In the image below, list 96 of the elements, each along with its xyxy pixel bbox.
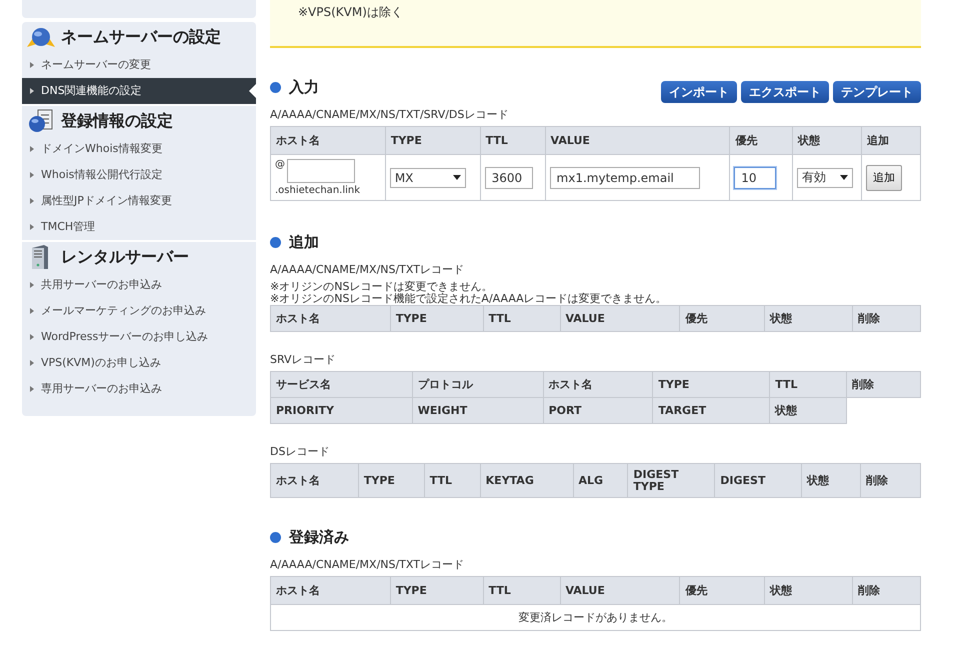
column-header: ホスト名 [543, 372, 653, 398]
column-header: 状態 [802, 464, 861, 498]
column-header: TTL [480, 126, 546, 154]
column-header: TYPE [390, 576, 484, 604]
column-header: TYPE [385, 126, 480, 154]
type-select[interactable]: MX [390, 168, 466, 188]
section-title: 入力 [289, 78, 319, 97]
triangle-icon [30, 334, 34, 340]
triangle-icon [30, 224, 34, 230]
column-header: TARGET [652, 398, 770, 424]
section-heading: 登録情報の設定 [61, 110, 173, 132]
caret-icon [452, 175, 461, 180]
column-header: WEIGHT [412, 398, 544, 424]
status-select[interactable]: 有効 [797, 168, 854, 188]
sidebar-link[interactable]: ネームサーバーの変更 [22, 52, 256, 78]
column-header: 優先 [680, 306, 765, 332]
record-label: SRVレコード [270, 352, 337, 367]
action-button[interactable]: インポート [661, 81, 737, 103]
column-header: 削除 [852, 576, 920, 604]
sidebar-link[interactable]: 属性型JPドメイン情報変更 [22, 188, 256, 214]
column-header: ホスト名 [270, 464, 358, 498]
section-title: 登録済み [289, 528, 349, 547]
triangle-icon [30, 88, 34, 94]
column-header: 優先 [730, 126, 793, 154]
column-header: 優先 [680, 576, 765, 604]
notice-text: ※VPS(KVM)は除く [298, 5, 403, 19]
note-text: ※オリジンのNSレコードは変更できません。 [270, 281, 494, 293]
triangle-icon [30, 62, 34, 68]
at-sign: @ [275, 159, 285, 170]
column-header: プロトコル [412, 372, 544, 398]
bullet-icon [270, 82, 281, 93]
caret-icon [840, 175, 848, 180]
triangle-icon [30, 386, 34, 392]
column-header: ホスト名 [270, 306, 390, 332]
column-header: VALUE [545, 126, 730, 154]
sidebar-link[interactable]: VPS(KVM)のお申し込み [22, 350, 256, 376]
bullet-icon [270, 532, 281, 543]
triangle-icon [30, 282, 34, 288]
globe-icon [26, 25, 56, 49]
triangle-icon [30, 172, 34, 178]
add-button[interactable]: 追加 [866, 164, 902, 190]
triangle-icon [30, 198, 34, 204]
record-label: A/AAAA/CNAME/MX/NS/TXTレコード [270, 557, 465, 572]
section-heading: ネームサーバーの設定 [61, 26, 221, 48]
sidebar-link[interactable]: Whois情報公開代行設定 [22, 162, 256, 188]
record-label: A/AAAA/CNAME/MX/NS/TXTレコード [270, 262, 465, 277]
column-header: DIGEST [714, 464, 802, 498]
column-header: ホスト名 [270, 126, 386, 154]
column-header: TTL [483, 576, 560, 604]
value-input[interactable]: mx1.mytemp.email [550, 166, 700, 188]
section-title: 追加 [289, 233, 319, 252]
column-header: TYPE [358, 464, 424, 498]
triangle-icon [30, 360, 34, 366]
host-input[interactable] [287, 159, 355, 183]
empty-message: 変更済レコードがありません。 [270, 604, 920, 630]
section-heading: レンタルサーバー [61, 246, 189, 268]
column-header: TTL [424, 464, 480, 498]
column-header: TTL [483, 306, 560, 332]
note-text: ※オリジンのNSレコード機能で設定されたA/AAAAレコードは変更できません。 [270, 293, 668, 305]
triangle-icon [30, 308, 34, 314]
column-header: VALUE [560, 576, 680, 604]
column-header: TTL [770, 372, 847, 398]
sidebar-link[interactable]: ドメインWhois情報変更 [22, 136, 256, 162]
column-header: 状態 [764, 306, 853, 332]
bullet-icon [270, 237, 281, 248]
sidebar-link[interactable]: TMCH管理 [22, 214, 256, 240]
column-header: PORT [543, 398, 653, 424]
column-header: 追加 [862, 126, 920, 154]
action-button[interactable]: テンプレート [833, 81, 921, 103]
column-header: VALUE [560, 306, 680, 332]
column-header: 削除 [852, 306, 920, 332]
sidebar-link[interactable]: WordPressサーバーのお申し込み [22, 324, 256, 350]
sidebar-link[interactable]: 専用サーバーのお申込み [22, 376, 256, 402]
sidebar-link[interactable]: DNS関連機能の設定 [22, 78, 256, 104]
record-label: DSレコード [270, 444, 330, 459]
priority-input[interactable]: 10 [734, 166, 776, 188]
ttl-input[interactable]: 3600 [484, 166, 533, 188]
action-button[interactable]: エクスポート [741, 81, 829, 103]
column-header: 状態 [764, 576, 853, 604]
column-header: ホスト名 [270, 576, 390, 604]
column-header: 状態 [770, 398, 847, 424]
column-header: KEYTAG [480, 464, 573, 498]
sidebar-link[interactable]: メールマーケティングのお申込み [22, 298, 256, 324]
triangle-icon [30, 146, 34, 152]
column-header: TYPE [390, 306, 484, 332]
record-label: A/AAAA/CNAME/MX/NS/TXT/SRV/DSレコード [270, 107, 510, 122]
column-header: 削除 [860, 464, 920, 498]
column-header: PRIORITY [270, 398, 412, 424]
sidebar-link[interactable]: 共用サーバーのお申込み [22, 272, 256, 298]
column-header: DIGEST TYPE [628, 464, 715, 498]
column-header: TYPE [652, 372, 770, 398]
column-header: 削除 [846, 372, 920, 398]
column-header: サービス名 [270, 372, 412, 398]
column-header: 状態 [792, 126, 862, 154]
domain-suffix: .oshietechan.link [275, 185, 362, 196]
column-header: ALG [573, 464, 628, 498]
